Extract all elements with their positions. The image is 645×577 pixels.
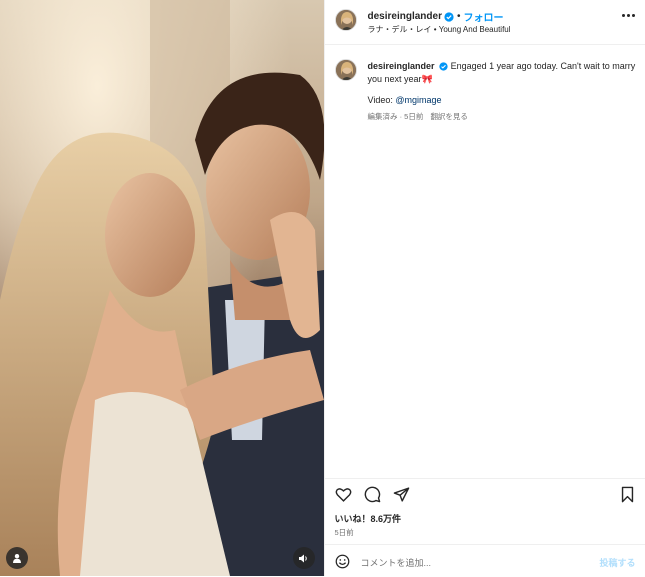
author-username[interactable]: desireinglander [368,11,442,22]
user-icon [12,553,22,563]
credit-mention-link[interactable]: @mgimage [395,95,441,105]
verified-badge-icon [439,62,448,71]
post-info-panel: desireinglander • フォロー ラナ・デル・レイ • Young … [324,0,645,576]
post-caption: desireinglander Engaged 1 year ago today… [368,60,638,86]
post-comment-button[interactable]: 投稿する [599,556,635,569]
caption-meta: 編集済み · 5日前 翻訳を見る [368,111,468,122]
action-buttons [335,486,410,503]
follow-button[interactable]: フォロー [463,9,503,24]
couple-photo [0,0,324,576]
verified-badge-icon [444,12,454,22]
post-header: desireinglander • フォロー ラナ・デル・レイ • Young … [325,0,645,45]
caption-avatar[interactable] [335,59,357,81]
post-date[interactable]: 5日前 [335,527,354,538]
audio-attribution[interactable]: ラナ・デル・レイ • Young And Beautiful [368,24,511,35]
tagged-users-button[interactable] [6,547,28,569]
sound-toggle-button[interactable] [293,547,315,569]
see-translation-link[interactable]: 翻訳を見る [430,112,468,121]
avatar-image [336,10,357,31]
video-credit: Video: @mgimage [368,95,442,105]
bookmark-icon[interactable] [620,486,635,503]
caption-username[interactable]: desireinglander [368,61,435,71]
emoji-icon[interactable] [335,554,350,569]
avatar-image [336,60,357,81]
comment-bar: コメントを追加... 投稿する [325,544,645,577]
likes-count[interactable]: いいね！8.6万件 [335,512,402,525]
author-avatar[interactable] [335,9,357,31]
comment-input[interactable]: コメントを追加... [361,556,432,569]
header-title-row: desireinglander • フォロー [368,9,504,24]
separator-dot: • [457,11,461,22]
heart-icon[interactable] [335,486,352,503]
speaker-icon [298,553,309,564]
edited-time: 編集済み · 5日前 [368,112,424,121]
share-icon[interactable] [393,486,410,503]
instagram-post: desireinglander • フォロー ラナ・デル・レイ • Young … [0,0,645,576]
post-media[interactable] [0,0,324,576]
comment-icon[interactable] [364,486,381,503]
save-button[interactable] [620,486,635,508]
more-options-icon[interactable] [622,14,635,17]
credit-prefix: Video: [368,95,393,105]
actions-divider [325,478,645,479]
